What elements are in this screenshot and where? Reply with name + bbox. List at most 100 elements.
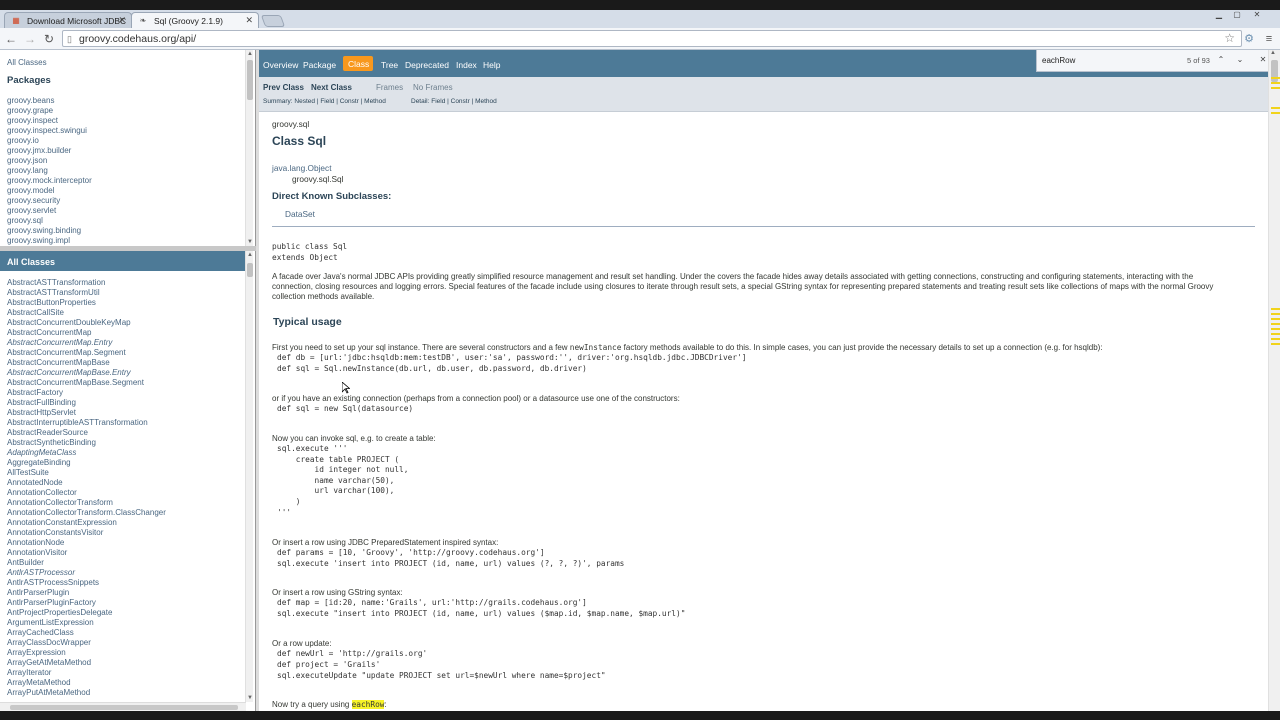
hierarchy-parent-link[interactable]: java.lang.Object [272,163,332,173]
class-link[interactable]: AbstractCallSite [7,308,64,317]
package-link[interactable]: groovy.beans [7,96,54,105]
class-link[interactable]: AbstractASTTransformation [7,278,105,287]
class-link[interactable]: AbstractFactory [7,388,63,397]
package-link[interactable]: groovy.io [7,136,39,145]
class-link[interactable]: AnnotationCollector [7,488,77,497]
package-link[interactable]: groovy.inspect.swingui [7,126,87,135]
class-link[interactable]: AntlrParserPlugin [7,588,69,597]
class-link[interactable]: AbstractButtonProperties [7,298,96,307]
frames-link[interactable]: Frames [376,83,403,92]
package-link[interactable]: groovy.json [7,156,47,165]
main-scrollbar[interactable]: ▲ [1268,50,1280,711]
nav-tree[interactable]: Tree [381,60,398,70]
class-link[interactable]: AntlrASTProcessSnippets [7,578,99,587]
nav-class-active[interactable]: Class [343,56,373,71]
tab-sql-groovy[interactable]: ❧ Sql (Groovy 2.1.9) ✕ [131,12,259,28]
class-link[interactable]: ArrayExpression [7,648,66,657]
class-link[interactable]: ArrayClassDocWrapper [7,638,91,647]
subclass-link-dataset[interactable]: DataSet [285,209,315,219]
close-tab-icon[interactable]: ✕ [245,15,253,26]
forward-icon[interactable]: → [23,32,37,46]
class-link[interactable]: AnnotatedNode [7,478,63,487]
class-link[interactable]: ArgumentListExpression [7,618,94,627]
package-link[interactable]: groovy.mock.interceptor [7,176,92,185]
find-input[interactable]: eachRow [1040,54,1210,67]
package-link[interactable]: groovy.servlet [7,206,56,215]
class-link[interactable]: AbstractConcurrentMap.Segment [7,348,126,357]
package-link[interactable]: groovy.jmx.builder [7,146,71,155]
horizontal-scrollbar[interactable] [0,702,246,711]
class-link[interactable]: AbstractHttpServlet [7,408,76,417]
package-link[interactable]: groovy.security [7,196,60,205]
minimize-icon[interactable]: ▁ [1214,11,1224,19]
class-link[interactable]: AggregateBinding [7,458,71,467]
class-link[interactable]: AbstractASTTransformUtil [7,288,100,297]
extension-icon[interactable]: ⚙ [1242,32,1256,46]
class-link[interactable]: AnnotationCollectorTransform.ClassChange… [7,508,166,517]
nav-deprecated[interactable]: Deprecated [405,60,449,70]
class-link[interactable]: ArrayCachedClass [7,628,74,637]
packages-scrollbar[interactable]: ▲ ▼ [245,50,253,246]
next-class-link[interactable]: Next Class [311,83,352,92]
maximize-icon[interactable]: ▢ [1232,11,1242,19]
no-frames-link[interactable]: No Frames [413,83,453,92]
package-link[interactable]: groovy.lang [7,166,48,175]
class-link[interactable]: AnnotationConstantsVisitor [7,528,103,537]
prev-class-link[interactable]: Prev Class [263,83,304,92]
scroll-down-icon[interactable]: ▼ [246,238,254,246]
class-link[interactable]: AbstractConcurrentDoubleKeyMap [7,318,131,327]
close-window-icon[interactable]: ✕ [1252,11,1262,19]
scroll-up-icon[interactable]: ▲ [246,50,254,58]
bookmark-star-icon[interactable]: ☆ [1224,31,1235,45]
class-link[interactable]: AnnotationVisitor [7,548,67,557]
class-link[interactable]: AbstractConcurrentMap [7,328,91,337]
class-link[interactable]: AntBuilder [7,558,44,567]
class-link[interactable]: AntlrParserPluginFactory [7,598,96,607]
scroll-up-icon[interactable]: ▲ [246,251,254,259]
close-tab-icon[interactable]: ✕ [118,15,126,26]
class-link[interactable]: AbstractInterruptibleASTTransformation [7,418,148,427]
class-link[interactable]: AllTestSuite [7,468,49,477]
class-link[interactable]: AbstractConcurrentMapBase [7,358,110,367]
package-link[interactable]: groovy.sql [7,216,43,225]
scroll-up-icon[interactable]: ▲ [1270,50,1276,56]
scroll-down-icon[interactable]: ▼ [246,694,254,702]
nav-overview[interactable]: Overview [263,60,298,70]
package-link[interactable]: groovy.swing.impl [7,236,70,245]
reload-icon[interactable]: ↻ [42,32,56,46]
summary-links[interactable]: Summary: Nested | Field | Constr | Metho… [263,98,386,105]
tab-download-jdbc[interactable]: ▦ Download Microsoft JDBC ✕ [4,12,132,28]
class-link[interactable]: AbstractConcurrentMapBase.Entry [7,368,131,377]
class-link[interactable]: AbstractConcurrentMapBase.Segment [7,378,144,387]
package-link[interactable]: groovy.model [7,186,54,195]
url-input[interactable] [79,32,979,45]
scroll-thumb[interactable] [10,705,238,710]
class-link[interactable]: AdaptingMetaClass [7,448,76,457]
class-link[interactable]: AbstractConcurrentMap.Entry [7,338,112,347]
package-link[interactable]: groovy.grape [7,106,53,115]
nav-index[interactable]: Index [456,60,477,70]
class-link[interactable]: ArrayMetaMethod [7,678,71,687]
scroll-thumb[interactable] [247,60,253,100]
package-link[interactable]: groovy.inspect [7,116,58,125]
class-link[interactable]: AnnotationCollectorTransform [7,498,113,507]
find-prev-icon[interactable]: ⌃ [1215,54,1227,66]
detail-links[interactable]: Detail: Field | Constr | Method [411,98,497,105]
class-link[interactable]: AntlrASTProcessor [7,568,75,577]
find-next-icon[interactable]: ⌄ [1234,54,1246,66]
class-link[interactable]: ArrayIterator [7,668,51,677]
class-link[interactable]: AntProjectPropertiesDelegate [7,608,112,617]
class-link[interactable]: AnnotationConstantExpression [7,518,117,527]
nav-help[interactable]: Help [483,60,500,70]
class-link[interactable]: AnnotationNode [7,538,64,547]
new-tab-button[interactable] [260,15,286,27]
classes-scrollbar[interactable]: ▲ ▼ [245,251,253,702]
class-link[interactable]: ArrayGetAtMetaMethod [7,658,91,667]
menu-icon[interactable]: ≡ [1262,32,1276,46]
scroll-thumb[interactable] [247,263,253,277]
address-bar[interactable]: ▯ ☆ [62,30,1242,47]
package-link[interactable]: groovy.swing.binding [7,226,81,235]
class-link[interactable]: AbstractReaderSource [7,428,88,437]
class-link[interactable]: AbstractFullBinding [7,398,76,407]
back-icon[interactable]: ← [4,32,18,46]
